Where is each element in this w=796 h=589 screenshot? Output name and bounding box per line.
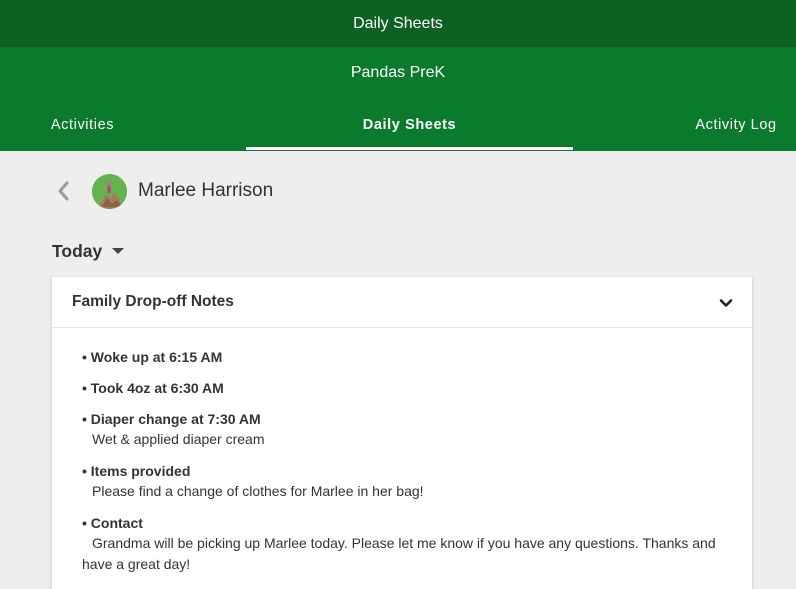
note-body: Grandma will be picking up Marlee today.…: [82, 535, 716, 572]
note-body: Wet & applied diaper cream: [92, 431, 265, 447]
chevron-left-icon: [58, 181, 69, 201]
app-header: Daily Sheets: [0, 0, 796, 47]
caret-down-icon: [112, 248, 125, 254]
child-avatar-image: [92, 174, 127, 209]
card-title: Family Drop-off Notes: [72, 293, 234, 310]
classroom-bar: Pandas PreK: [0, 47, 796, 99]
list-item: • Woke up at 6:15 AM: [82, 349, 223, 365]
list-item: • Contact Grandma will be picking up Mar…: [82, 514, 722, 575]
family-dropoff-notes-card: Family Drop-off Notes • Woke up at 6:15 …: [52, 277, 752, 589]
card-header[interactable]: Family Drop-off Notes: [52, 277, 752, 328]
tab-daily-sheets[interactable]: Daily Sheets: [246, 99, 573, 151]
date-dropdown[interactable]: Today: [52, 239, 125, 263]
child-name: Marlee Harrison: [138, 180, 274, 201]
tab-activities[interactable]: Activities: [0, 99, 165, 151]
note-heading: Woke up at 6:15 AM: [90, 349, 223, 365]
note-heading: Contact: [90, 515, 143, 531]
active-tab-indicator: [246, 147, 573, 150]
notes-list: • Woke up at 6:15 AM • Took 4oz at 6:30 …: [52, 328, 752, 575]
back-button[interactable]: [50, 176, 76, 206]
tab-activity-log[interactable]: Activity Log: [676, 99, 796, 151]
note-heading: Diaper change at 7:30 AM: [90, 411, 261, 427]
tab-bar: Activities Daily Sheets Activity Log: [0, 99, 796, 151]
app-title: Daily Sheets: [353, 14, 443, 32]
note-heading: Items provided: [90, 463, 191, 479]
note-body: Please find a change of clothes for Marl…: [92, 483, 424, 499]
chevron-down-icon[interactable]: [718, 295, 734, 311]
avatar: [92, 174, 127, 209]
classroom-name: Pandas PreK: [350, 64, 446, 81]
list-item: • Items provided Please find a change of…: [82, 462, 722, 502]
list-item: • Diaper change at 7:30 AM Wet & applied…: [82, 410, 722, 450]
list-item: • Took 4oz at 6:30 AM: [82, 380, 224, 396]
note-heading: Took 4oz at 6:30 AM: [90, 380, 224, 396]
date-dropdown-label: Today: [52, 240, 103, 261]
